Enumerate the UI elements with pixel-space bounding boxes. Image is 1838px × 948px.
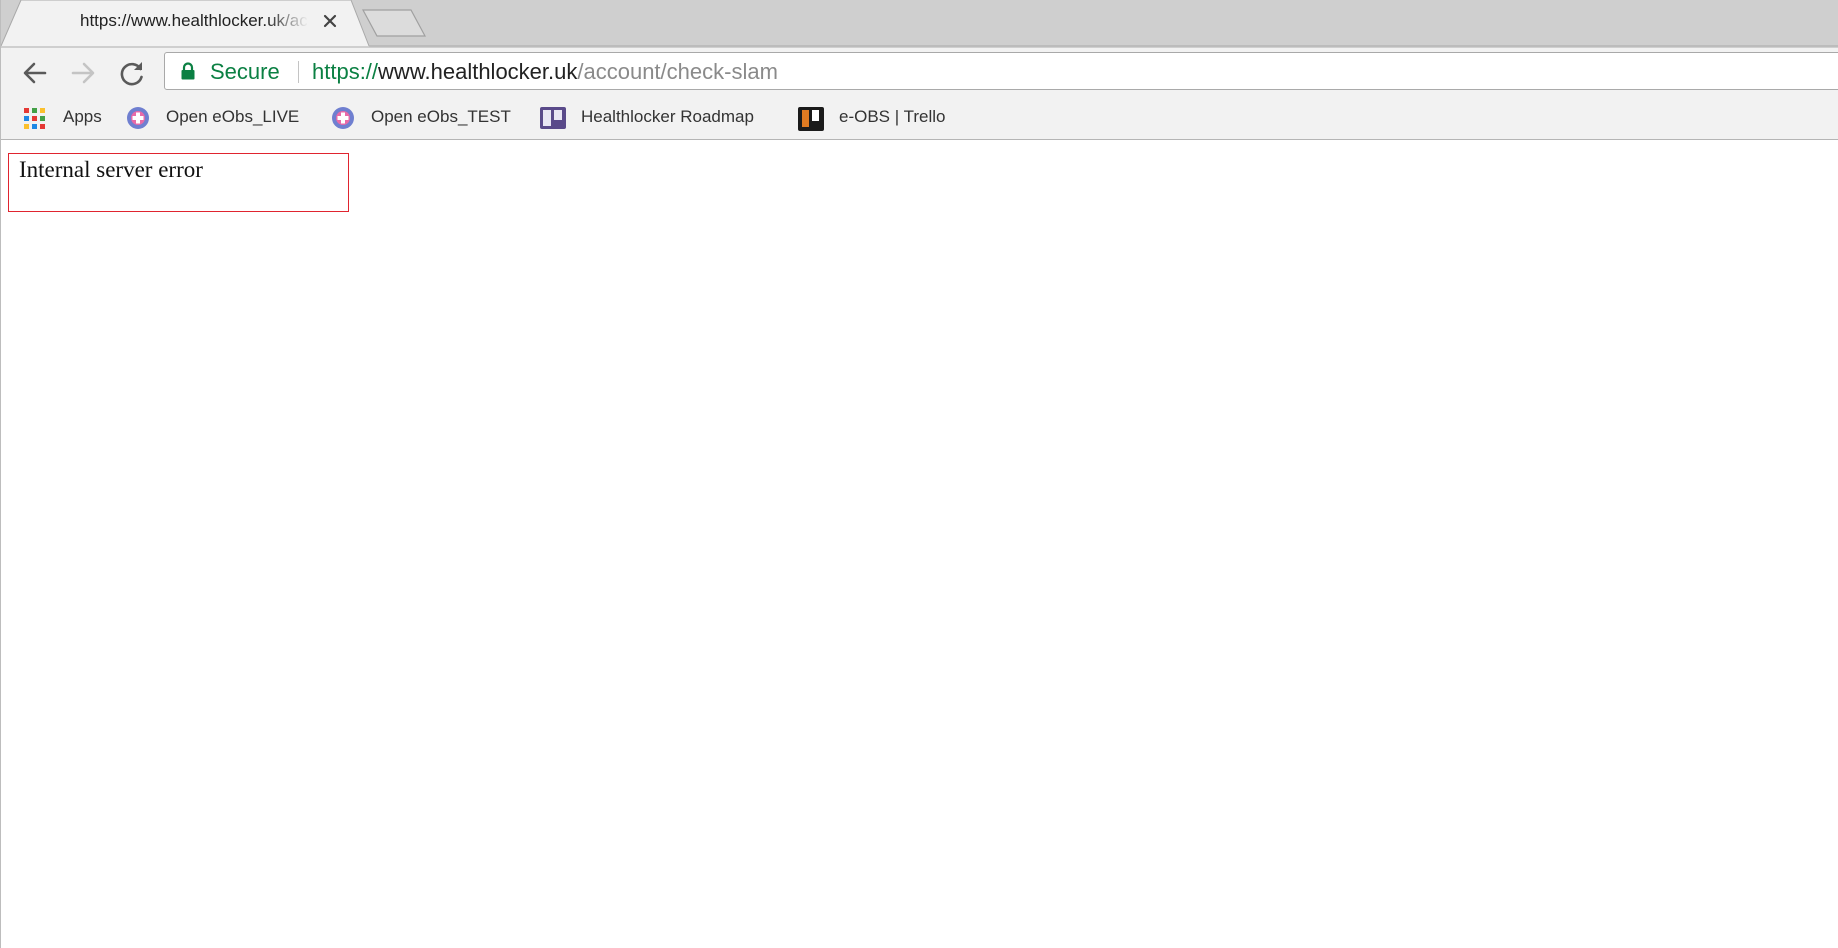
address-bar[interactable]: Secure https://www.healthlocker.uk/accou… — [164, 52, 1838, 90]
browser-window: https://www.healthlocker.uk/account/chec… — [0, 0, 1838, 948]
arrow-right-icon[interactable] — [68, 58, 98, 88]
page-content: Internal server error — [1, 140, 1838, 948]
bookmarks-bar: Apps Open eObs_LIVE Open eObs_TEST Healt… — [1, 96, 1838, 140]
new-tab-icon[interactable] — [361, 8, 427, 38]
bookmark-healthlocker-roadmap[interactable]: Healthlocker Roadmap — [539, 104, 775, 130]
bookmark-label: Healthlocker Roadmap — [581, 107, 754, 126]
tab-title[interactable]: https://www.healthlocker.uk/account/chec… — [80, 10, 308, 32]
bookmark-open-eobs-live[interactable]: Open eObs_LIVE — [126, 104, 316, 130]
bookmark-label: e-OBS | Trello — [839, 107, 946, 126]
url-path: /account/check-slam — [577, 59, 778, 84]
bookmark-eobs-trello[interactable]: e-OBS | Trello — [797, 104, 967, 131]
security-label[interactable]: Secure — [210, 60, 280, 84]
browser-toolbar: Secure https://www.healthlocker.uk/accou… — [1, 48, 1838, 96]
error-box: Internal server error — [8, 153, 349, 212]
bookmark-label: Open eObs_TEST — [371, 107, 511, 126]
bookmark-open-eobs-test[interactable]: Open eObs_TEST — [331, 104, 527, 130]
arrow-left-icon[interactable] — [20, 58, 50, 88]
lock-icon[interactable] — [180, 62, 196, 80]
error-message: Internal server error — [19, 157, 203, 182]
tab-strip: https://www.healthlocker.uk/account/chec… — [1, 0, 1838, 48]
bookmark-apps[interactable]: Apps — [22, 104, 108, 130]
url-host: www.healthlocker.uk — [378, 59, 578, 84]
bookmark-label: Open eObs_LIVE — [166, 107, 300, 126]
reload-icon[interactable] — [117, 58, 147, 88]
omnibox-divider — [298, 61, 299, 83]
url-text[interactable]: https://www.healthlocker.uk/account/chec… — [312, 60, 778, 84]
bookmark-label: Apps — [63, 107, 102, 126]
close-icon[interactable] — [319, 10, 341, 32]
url-scheme: https:// — [312, 59, 379, 84]
